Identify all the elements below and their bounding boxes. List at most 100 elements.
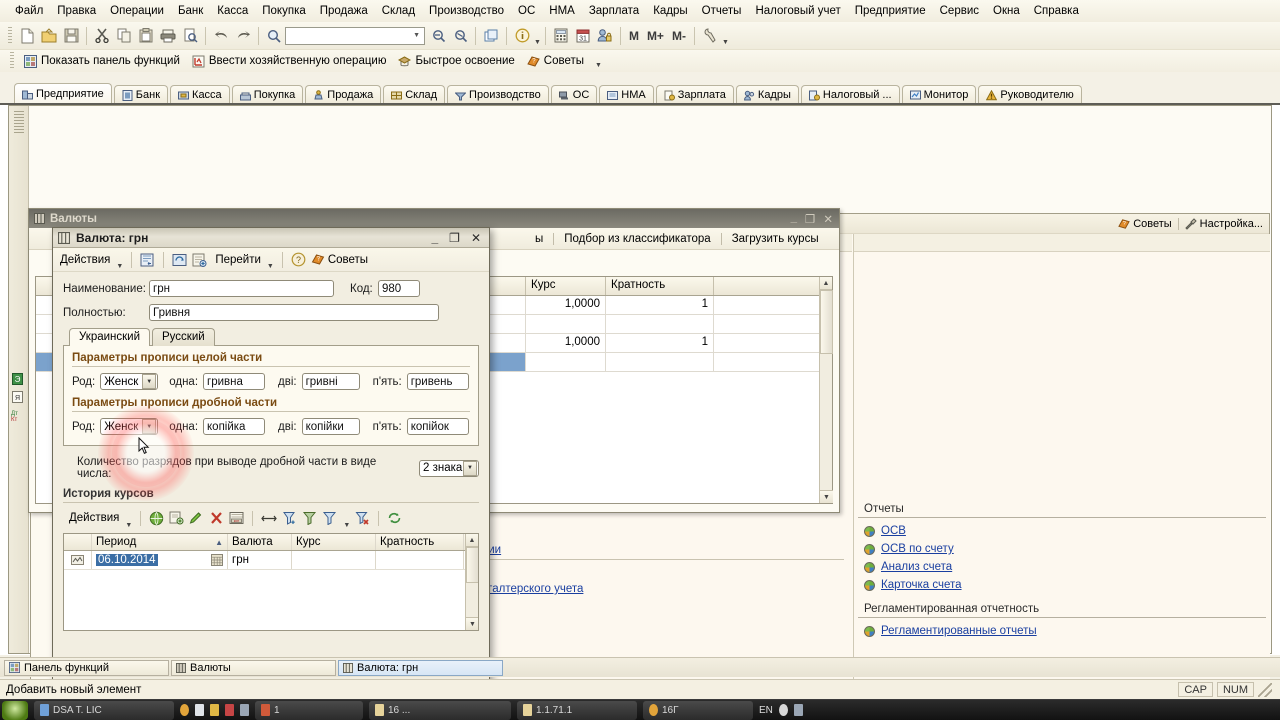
fraction-one-input[interactable]: копійка xyxy=(203,418,266,435)
fp-tips-link[interactable]: ? Советы xyxy=(1118,218,1172,230)
dialog-titlebar[interactable]: Валюта: грн _ ❐ ✕ xyxy=(53,228,489,248)
integer-one-input[interactable]: гривна xyxy=(203,373,266,390)
name-input[interactable]: грн xyxy=(149,280,334,297)
scroll-up-icon[interactable]: ▲ xyxy=(466,534,478,547)
quick-start-button[interactable]: Быстрое освоение xyxy=(392,53,520,70)
chevron-down-icon[interactable]: ▼ xyxy=(413,32,424,39)
menu-item-nma[interactable]: НМА xyxy=(542,2,582,20)
report-link-osv[interactable]: ОСВ xyxy=(854,522,1270,540)
menu-item-help[interactable]: Справка xyxy=(1027,2,1086,20)
tab-bank[interactable]: Банк xyxy=(113,85,169,104)
memory-button-m[interactable]: M xyxy=(625,29,643,43)
copy-icon[interactable] xyxy=(113,25,135,47)
find-prev-icon[interactable] xyxy=(449,25,471,47)
open-folder-icon[interactable] xyxy=(38,25,60,47)
taskbar-item[interactable]: 16Г xyxy=(643,700,753,720)
print-preview-icon[interactable] xyxy=(179,25,201,47)
memory-button-m-minus[interactable]: M- xyxy=(668,29,690,43)
chevron-down-icon[interactable]: ▼ xyxy=(266,263,274,271)
resize-grip[interactable] xyxy=(1258,682,1272,697)
tab-nma[interactable]: НМА xyxy=(599,85,654,104)
menu-item-bank[interactable]: Банк xyxy=(171,2,210,20)
chevron-down-icon[interactable]: ▼ xyxy=(142,419,157,434)
maximize-icon[interactable]: ❐ xyxy=(805,212,815,226)
tab-ukrainian[interactable]: Украинский xyxy=(69,328,151,346)
fraction-five-input[interactable]: копійок xyxy=(406,418,469,435)
left-dock-grip[interactable] xyxy=(13,111,24,133)
find-next-icon[interactable] xyxy=(427,25,449,47)
edit-rate-icon[interactable] xyxy=(189,511,204,525)
filter-by-value-icon[interactable] xyxy=(302,511,317,525)
minimize-icon[interactable]: _ xyxy=(431,231,438,245)
fp-settings-link[interactable]: Настройка... xyxy=(1184,218,1263,230)
window-button-currency-uah[interactable]: Валюта: грн xyxy=(338,659,503,676)
funcbar-grip[interactable] xyxy=(10,52,14,70)
history-header-multiplicity[interactable]: Кратность xyxy=(376,534,464,550)
close-icon[interactable]: ✕ xyxy=(471,231,481,245)
taskbar-item[interactable]: 1.1.71.1 xyxy=(517,700,637,720)
menu-item-os[interactable]: ОС xyxy=(511,2,542,20)
currency-list-titlebar[interactable]: Валюты _ ❐ ✕ xyxy=(29,209,839,228)
scroll-down-icon[interactable]: ▼ xyxy=(820,490,833,503)
search-icon[interactable] xyxy=(263,25,285,47)
maximize-icon[interactable]: ❐ xyxy=(449,231,460,245)
chevron-down-icon[interactable]: ▼ xyxy=(124,522,132,530)
digits-select[interactable]: 2 знака ▼ xyxy=(419,459,479,477)
integer-two-input[interactable]: гривні xyxy=(301,373,360,390)
language-indicator[interactable]: EN xyxy=(759,705,773,716)
menu-item-tax-accounting[interactable]: Налоговый учет xyxy=(748,2,847,20)
scrollbar-thumb[interactable] xyxy=(466,547,478,583)
currency-grid-header-kurs[interactable]: Курс xyxy=(526,277,606,295)
new-document-icon[interactable] xyxy=(16,25,38,47)
history-header-currency[interactable]: Валюта xyxy=(228,534,292,550)
taskbar-item[interactable]: 1 xyxy=(255,700,363,720)
report-link-account-analysis[interactable]: Анализ счета xyxy=(854,558,1270,576)
tray-icon[interactable] xyxy=(225,704,234,716)
chevron-down-icon[interactable]: ▼ xyxy=(463,460,477,476)
debit-credit-icon[interactable]: Дт Кт xyxy=(11,409,26,422)
tray-icon[interactable] xyxy=(195,704,204,716)
history-header-period[interactable]: Период ▲ xyxy=(92,534,228,550)
menu-item-service[interactable]: Сервис xyxy=(933,2,986,20)
window-button-currencies[interactable]: Валюты xyxy=(171,659,336,676)
dialog-tips-button[interactable]: ? Советы xyxy=(311,253,368,266)
tab-monitor[interactable]: Монитор xyxy=(901,85,977,104)
menu-item-personnel[interactable]: Кадры xyxy=(646,2,694,20)
menu-item-salary[interactable]: Зарплата xyxy=(582,2,646,20)
tab-salary[interactable]: Зарплата xyxy=(655,85,734,104)
calendar-icon[interactable]: 31 xyxy=(572,25,594,47)
clear-filter-icon[interactable] xyxy=(355,511,370,525)
chevron-down-icon[interactable]: ▼ xyxy=(721,39,729,49)
tab-cash[interactable]: Касса xyxy=(170,85,230,104)
windows-list-icon[interactable] xyxy=(480,25,502,47)
integer-gender-select[interactable]: Женск ▼ xyxy=(100,373,159,390)
calculator-icon[interactable] xyxy=(550,25,572,47)
add-record-icon[interactable] xyxy=(192,253,207,267)
filter-settings-icon[interactable] xyxy=(322,511,337,525)
tab-russian[interactable]: Русский xyxy=(152,328,215,346)
print-icon[interactable] xyxy=(157,25,179,47)
chevron-down-icon[interactable]: ▼ xyxy=(115,263,123,271)
cell-period[interactable]: 06.10.2014 xyxy=(92,551,228,569)
report-icon[interactable]: Я xyxy=(12,391,25,403)
report-link-osv-by-account[interactable]: ОСВ по счету xyxy=(854,540,1270,558)
chevron-down-icon[interactable]: ▼ xyxy=(594,62,602,72)
goto-menu[interactable]: Перейти xyxy=(215,254,261,266)
dialog-actions-menu[interactable]: Действия xyxy=(60,254,110,266)
menu-item-sale[interactable]: Продажа xyxy=(313,2,375,20)
fraction-gender-select[interactable]: Женск ▼ xyxy=(100,418,159,435)
menu-item-enterprise[interactable]: Предприятие xyxy=(848,2,933,20)
menu-item-operations[interactable]: Операции xyxy=(103,2,171,20)
refresh-record-icon[interactable] xyxy=(172,253,187,267)
tab-sale[interactable]: Продажа xyxy=(305,85,382,104)
fraction-two-input[interactable]: копійки xyxy=(301,418,360,435)
window-button-function-panel[interactable]: Панель функций xyxy=(4,659,169,676)
tab-purchase[interactable]: Покупка xyxy=(231,85,304,104)
close-icon[interactable]: ✕ xyxy=(823,212,833,226)
user-permissions-icon[interactable] xyxy=(594,25,616,47)
menu-item-reports[interactable]: Отчеты xyxy=(695,2,749,20)
tips-button[interactable]: ? Советы xyxy=(521,53,590,70)
tray-icon[interactable] xyxy=(210,704,219,716)
menu-item-production[interactable]: Производство xyxy=(422,2,511,20)
undo-icon[interactable] xyxy=(210,25,232,47)
